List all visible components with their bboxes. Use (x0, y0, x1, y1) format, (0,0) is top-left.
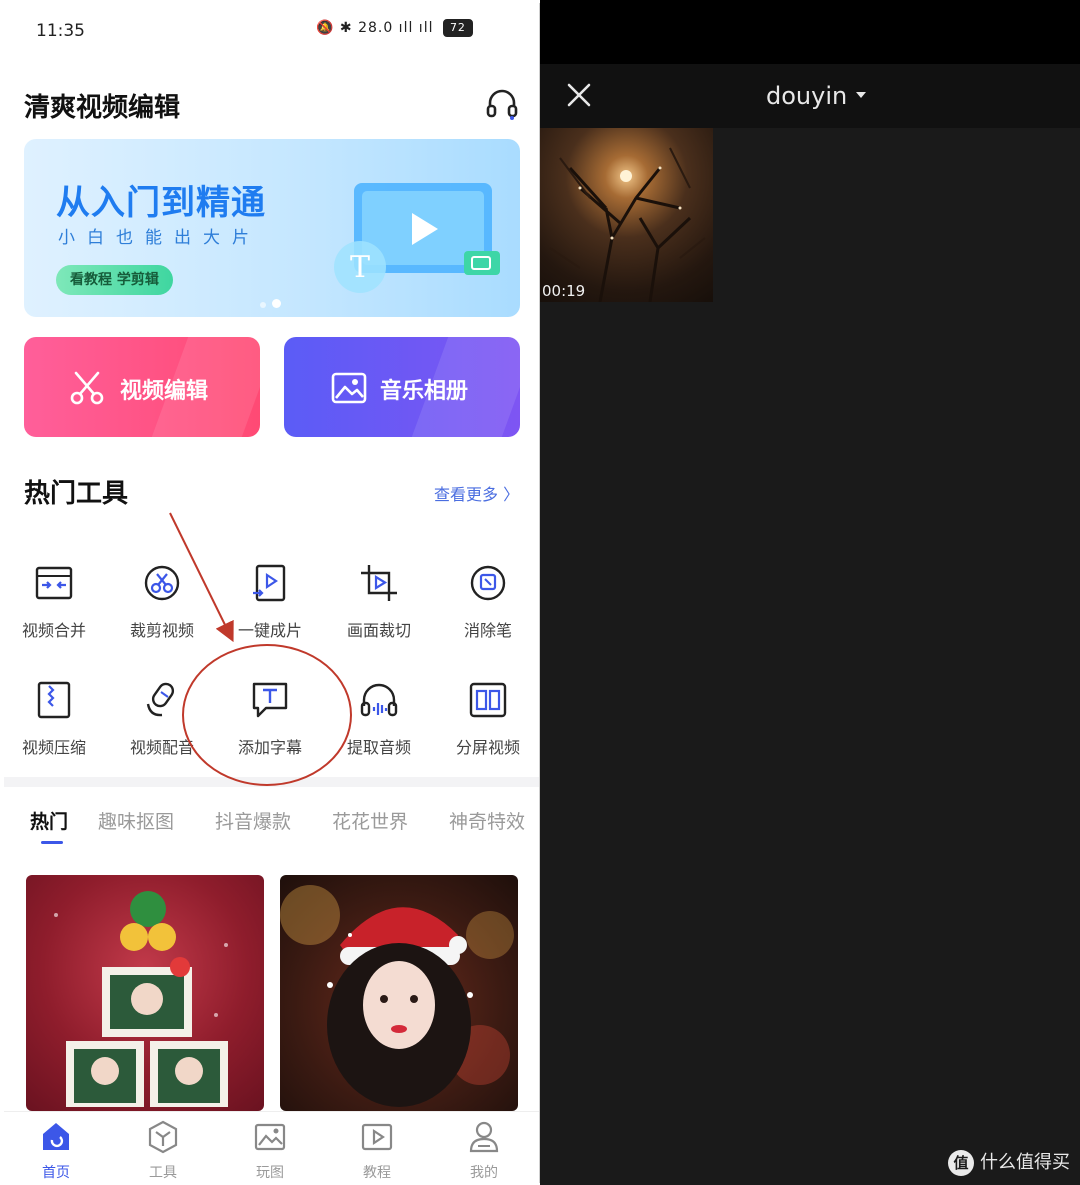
tab-flower-world[interactable]: 花花世界 (332, 807, 408, 834)
cut-video-icon (144, 565, 180, 601)
video-player-illustration: T (334, 183, 500, 293)
tab-hot[interactable]: 热门 (30, 807, 68, 834)
tools-icon (148, 1120, 178, 1154)
compress-icon (37, 681, 71, 719)
template-thumbnail-art (54, 891, 228, 1107)
crop-icon (361, 565, 397, 601)
tool-split-screen[interactable]: 分屏视频 (434, 680, 539, 758)
status-bar: 11:35 🔕 ✱ 28.0 ıll ıll 72 (4, 3, 539, 61)
tool-add-subtitle[interactable]: 添加字幕 (216, 680, 324, 758)
video-thumbnail[interactable]: 00:19 (540, 128, 713, 302)
signal-icons: 🔕 ✱ 28.0 ıll ıll (316, 20, 434, 36)
video-edit-card[interactable]: 视频编辑 (24, 337, 260, 437)
nav-picture[interactable]: 玩图 (240, 1120, 300, 1182)
tool-label: 裁剪视频 (129, 621, 194, 640)
tool-video-merge[interactable]: 视频合并 (4, 563, 108, 641)
headset-icon[interactable] (485, 87, 519, 121)
nav-tutorial[interactable]: 教程 (347, 1120, 407, 1182)
split-screen-icon (469, 682, 507, 718)
nav-profile[interactable]: 我的 (454, 1120, 514, 1182)
nav-label: 我的 (470, 1165, 498, 1181)
tool-label: 视频压缩 (21, 738, 86, 757)
album-title[interactable]: douyin (766, 82, 847, 110)
status-area (540, 0, 1080, 64)
music-album-label: 音乐相册 (380, 379, 469, 404)
snowy-tree-image (549, 147, 706, 302)
banner-art-letter: T (350, 250, 370, 285)
subtitle-icon (252, 682, 288, 718)
nav-tools[interactable]: 工具 (133, 1120, 193, 1182)
tool-video-compress[interactable]: 视频压缩 (4, 680, 108, 758)
profile-icon (469, 1121, 499, 1153)
tool-video-dubbing[interactable]: 视频配音 (108, 680, 216, 758)
template-card-christmas-frames[interactable] (26, 875, 264, 1111)
app-title: 清爽视频编辑 (24, 93, 181, 123)
tool-one-click[interactable]: 一键成片 (216, 563, 324, 641)
battery-icon: 72 (442, 19, 473, 37)
right-phone-screen: douyin 00:19 值什么值得买 (540, 0, 1080, 1185)
banner-title: 从入门到精通 (56, 183, 266, 223)
category-tabs: 热门 趣味抠图 抖音爆款 花花世界 神奇特效 (4, 803, 539, 853)
tab-magic-effects[interactable]: 神奇特效 (449, 807, 525, 834)
tool-label: 提取音频 (346, 738, 411, 757)
nav-label: 教程 (363, 1165, 391, 1181)
status-icons: 🔕 ✱ 28.0 ıll ıll 72 (316, 19, 473, 37)
music-album-card[interactable]: 音乐相册 (284, 337, 520, 437)
see-more-link[interactable]: 查看更多 〉 (434, 481, 519, 505)
tool-label: 分屏视频 (455, 738, 520, 757)
eraser-icon (470, 565, 506, 601)
one-click-icon (253, 564, 286, 602)
video-edit-label: 视频编辑 (120, 379, 209, 404)
tutorial-icon (361, 1123, 393, 1151)
banner-subtitle: 小白也能出大片 (58, 228, 261, 248)
tool-label: 画面裁切 (346, 621, 411, 640)
bottom-navigation: 首页 工具 玩图 教程 我的 (4, 1111, 539, 1183)
close-icon[interactable] (566, 82, 592, 108)
tutorial-banner[interactable]: 从入门到精通 小白也能出大片 看教程 学剪辑 T (24, 139, 520, 317)
home-icon (43, 1123, 69, 1150)
nav-home[interactable]: 首页 (26, 1120, 86, 1182)
tool-crop-frame[interactable]: 画面裁切 (325, 563, 433, 641)
tool-cut-video[interactable]: 裁剪视频 (108, 563, 216, 641)
nav-label: 首页 (42, 1165, 70, 1181)
section-divider (4, 777, 539, 787)
tab-fun-cutout[interactable]: 趣味抠图 (98, 807, 174, 834)
dubbing-icon (146, 682, 175, 717)
video-duration: 00:19 (542, 282, 586, 300)
hot-tools-title: 热门工具 (24, 479, 129, 509)
tool-eraser[interactable]: 消除笔 (434, 563, 539, 641)
watermark-text: 什么值得买 (980, 1152, 1070, 1173)
template-card-christmas-portrait[interactable] (280, 875, 518, 1111)
banner-tutorial-button[interactable]: 看教程 学剪辑 (56, 265, 173, 295)
tool-label: 视频配音 (129, 738, 194, 757)
left-phone-screen: 11:35 🔕 ✱ 28.0 ıll ıll 72 清爽视频编辑 从入门到精通 … (4, 3, 540, 1183)
scissors-icon (70, 371, 104, 405)
template-thumbnail-art (280, 885, 514, 1107)
tool-extract-audio[interactable]: 提取音频 (325, 680, 433, 758)
chevron-down-icon[interactable] (856, 92, 866, 98)
nav-label: 玩图 (256, 1165, 284, 1181)
active-tab-indicator (41, 841, 63, 844)
banner-pagination (260, 293, 287, 312)
tool-label: 添加字幕 (237, 738, 302, 757)
nav-label: 工具 (149, 1165, 177, 1181)
tab-douyin-hits[interactable]: 抖音爆款 (215, 807, 291, 834)
site-watermark: 值什么值得买 (948, 1148, 1070, 1176)
tool-label: 视频合并 (21, 621, 86, 640)
status-time: 11:35 (36, 21, 85, 41)
merge-icon (35, 566, 73, 600)
tool-label: 一键成片 (237, 621, 302, 640)
picture-icon (254, 1123, 286, 1151)
tool-label: 消除笔 (463, 621, 512, 640)
extract-audio-icon (360, 683, 398, 717)
image-icon (331, 372, 367, 404)
watermark-logo-icon: 值 (948, 1150, 974, 1176)
